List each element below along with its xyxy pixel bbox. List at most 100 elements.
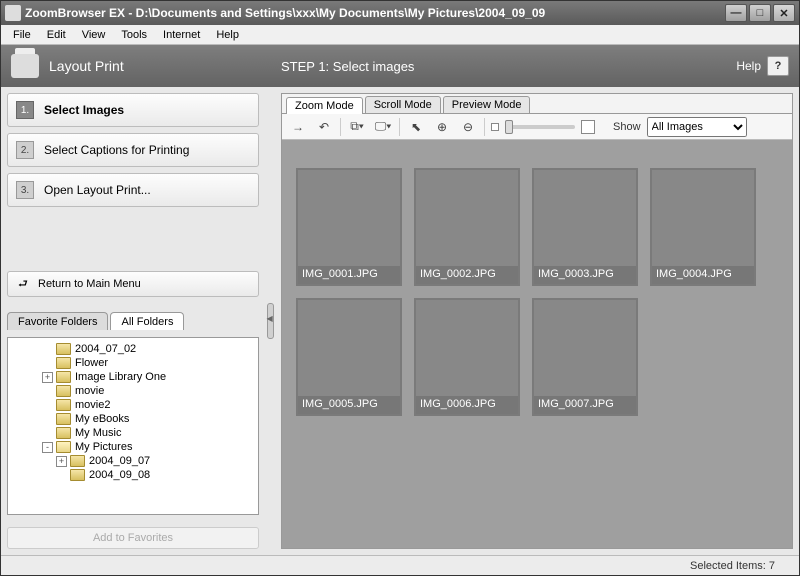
folder-icon	[56, 441, 71, 453]
up-icon[interactable]: ↶	[314, 117, 334, 137]
step-label: Open Layout Print...	[44, 183, 151, 197]
printer-icon	[11, 54, 39, 78]
menu-view[interactable]: View	[74, 27, 114, 43]
filter-select[interactable]: All Images	[647, 117, 747, 137]
thumbnail[interactable]: IMG_0006.JPG	[414, 298, 520, 416]
thumbnail[interactable]: IMG_0004.JPG	[650, 168, 756, 286]
return-main-menu-button[interactable]: ⮐ Return to Main Menu	[7, 271, 259, 297]
step-3-button[interactable]: 3.Open Layout Print...	[7, 173, 259, 207]
tree-item-label: My Pictures	[75, 441, 132, 453]
thumbnail[interactable]: IMG_0002.JPG	[414, 168, 520, 286]
app-window: ZoomBrowser EX - D:\Documents and Settin…	[0, 0, 800, 576]
tree-spacer	[42, 344, 53, 355]
zoom-in-icon[interactable]: ⊕	[432, 117, 452, 137]
folder-tab[interactable]: Favorite Folders	[7, 312, 108, 330]
minimize-button[interactable]: —	[725, 4, 747, 22]
main-body: 1.Select Images 2.Select Captions for Pri…	[1, 87, 799, 555]
menu-help[interactable]: Help	[208, 27, 247, 43]
window-title: ZoomBrowser EX - D:\Documents and Settin…	[25, 6, 723, 20]
tree-item[interactable]: Flower	[14, 356, 256, 370]
folder-icon	[56, 357, 71, 369]
thumbnail-area[interactable]: IMG_0001.JPG IMG_0002.JPG IMG_0003.JPG IMG_…	[282, 140, 792, 548]
forward-icon[interactable]: →	[288, 117, 308, 137]
close-button[interactable]: ✕	[773, 4, 795, 22]
folder-icon	[56, 413, 71, 425]
thumb-size-small-icon[interactable]	[491, 123, 499, 131]
tree-spacer	[56, 470, 67, 481]
thumbnail[interactable]: IMG_0007.JPG	[532, 298, 638, 416]
tree-item[interactable]: My eBooks	[14, 412, 256, 426]
thumbnail-caption: IMG_0007.JPG	[534, 396, 636, 414]
collapse-icon[interactable]: -	[42, 442, 53, 453]
tree-spacer	[42, 386, 53, 397]
thumb-size-large-icon[interactable]	[581, 120, 595, 134]
folder-icon	[56, 399, 71, 411]
step-1-button[interactable]: 1.Select Images	[7, 93, 259, 127]
step-2-button[interactable]: 2.Select Captions for Printing	[7, 133, 259, 167]
view-tab[interactable]: Scroll Mode	[365, 96, 441, 113]
menu-tools[interactable]: Tools	[113, 27, 155, 43]
thumbnail-caption: IMG_0001.JPG	[298, 266, 400, 284]
help-button[interactable]: ?	[767, 56, 789, 76]
tree-item-label: 2004_07_02	[75, 343, 136, 355]
expand-icon[interactable]: +	[56, 456, 67, 467]
folder-tree-pane[interactable]: 2004_07_02 Flower + Image Library One moviem…	[7, 337, 259, 515]
tree-item[interactable]: 2004_09_08	[14, 468, 256, 482]
thumbnail-caption: IMG_0003.JPG	[534, 266, 636, 284]
tree-item[interactable]: +2004_09_07	[14, 454, 256, 468]
step-number: 2.	[16, 141, 34, 159]
thumbnail-toolbar: → ↶ ⧉▾ 🖵▾ ⬉ ⊕ ⊖ Show All Images	[282, 114, 792, 140]
left-panel: 1.Select Images 2.Select Captions for Pri…	[7, 93, 259, 549]
menu-file[interactable]: File	[5, 27, 39, 43]
thumbnail-caption: IMG_0006.JPG	[416, 396, 518, 414]
section-title: Layout Print	[49, 58, 124, 74]
thumb-size-slider[interactable]	[505, 125, 575, 129]
folder-icon	[56, 385, 71, 397]
tree-item[interactable]: My Music	[14, 426, 256, 440]
thumbnail-image	[534, 170, 636, 266]
status-bar: Selected Items: 7	[1, 555, 799, 575]
step-title: STEP 1: Select images	[281, 59, 736, 74]
tree-item-label: Flower	[75, 357, 108, 369]
titlebar[interactable]: ZoomBrowser EX - D:\Documents and Settin…	[1, 1, 799, 25]
thumbnail-image	[416, 170, 518, 266]
display-tool-icon[interactable]: 🖵▾	[373, 117, 393, 137]
zoom-out-icon[interactable]: ⊖	[458, 117, 478, 137]
right-panel: Zoom ModeScroll ModePreview Mode → ↶ ⧉▾ …	[281, 93, 793, 549]
panel-divider[interactable]	[265, 93, 275, 549]
tree-item-label: Image Library One	[75, 371, 166, 383]
pointer-icon[interactable]: ⬉	[406, 117, 426, 137]
tree-item[interactable]: 2004_07_02	[14, 342, 256, 356]
tree-spacer	[42, 358, 53, 369]
tree-item-label: 2004_09_07	[89, 455, 150, 467]
tree-item-label: My Music	[75, 427, 121, 439]
view-tab[interactable]: Preview Mode	[443, 96, 531, 113]
view-mode-tabs: Zoom ModeScroll ModePreview Mode	[282, 94, 792, 114]
thumbnail-image	[534, 300, 636, 396]
tree-item-label: 2004_09_08	[89, 469, 150, 481]
thumbnail[interactable]: IMG_0005.JPG	[296, 298, 402, 416]
thumbnail-image	[416, 300, 518, 396]
menu-internet[interactable]: Internet	[155, 27, 208, 43]
collapse-grip-icon[interactable]	[267, 303, 274, 339]
step-label: Select Images	[44, 103, 124, 117]
folder-tab[interactable]: All Folders	[110, 312, 184, 330]
tree-item[interactable]: movie	[14, 384, 256, 398]
maximize-button[interactable]: □	[749, 4, 771, 22]
thumbnail[interactable]: IMG_0003.JPG	[532, 168, 638, 286]
thumbnail-caption: IMG_0002.JPG	[416, 266, 518, 284]
tree-spacer	[42, 428, 53, 439]
menu-edit[interactable]: Edit	[39, 27, 74, 43]
help-label[interactable]: Help	[736, 59, 761, 73]
view-tab[interactable]: Zoom Mode	[286, 97, 363, 114]
thumbnail[interactable]: IMG_0001.JPG	[296, 168, 402, 286]
tree-item[interactable]: - My Pictures	[14, 440, 256, 454]
tree-item[interactable]: movie2	[14, 398, 256, 412]
tree-item-label: movie	[75, 385, 104, 397]
tree-item[interactable]: + Image Library One	[14, 370, 256, 384]
expand-icon[interactable]: +	[42, 372, 53, 383]
add-to-favorites-button[interactable]: Add to Favorites	[7, 527, 259, 549]
selected-count: Selected Items: 7	[690, 560, 775, 572]
select-tool-icon[interactable]: ⧉▾	[347, 117, 367, 137]
app-icon	[5, 5, 21, 21]
